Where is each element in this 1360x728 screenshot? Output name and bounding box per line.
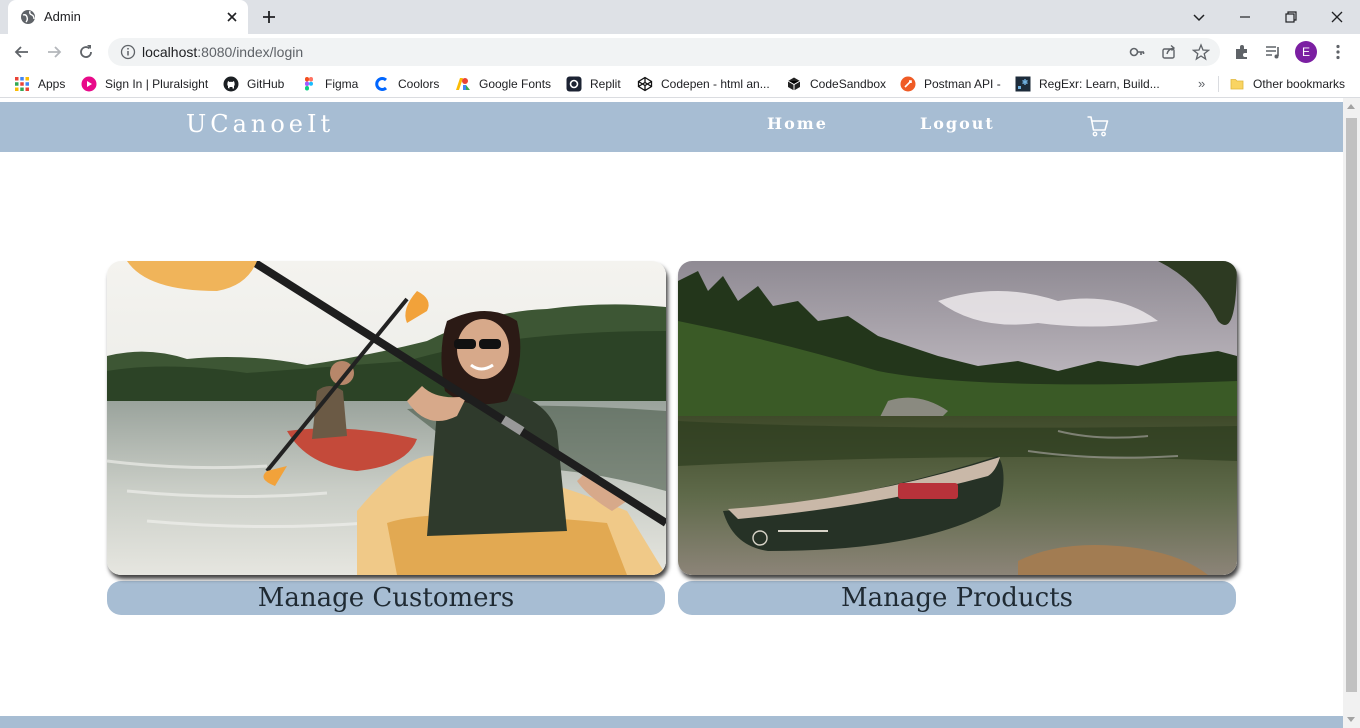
bookmark-codesandbox[interactable]: CodeSandbox (786, 75, 886, 93)
media-playlist-icon[interactable] (1264, 43, 1282, 61)
manage-products-card[interactable]: Manage Products (678, 261, 1237, 615)
url-host: localhost (142, 44, 198, 60)
close-window-icon[interactable] (1327, 7, 1347, 27)
canoe-lake-photo[interactable] (678, 261, 1237, 575)
reload-icon[interactable] (76, 42, 96, 62)
bookmark-codepen[interactable]: Codepen - html an... (637, 75, 770, 93)
forward-arrow-icon[interactable] (44, 42, 64, 62)
extensions-puzzle-icon[interactable] (1233, 43, 1251, 61)
address-bar[interactable]: localhost:8080/index/login (108, 38, 1220, 66)
url-path: :8080/index/login (197, 44, 304, 60)
browser-tabstrip: Admin (0, 0, 1360, 34)
bookmark-star-icon[interactable] (1192, 43, 1210, 61)
bookmark-label: RegExr: Learn, Build... (1039, 77, 1160, 91)
browser-toolbar: localhost:8080/index/login E (0, 34, 1360, 70)
bookmark-label: Coolors (398, 77, 440, 91)
bookmark-regexr[interactable]: RegExr: Learn, Build... (1015, 75, 1160, 93)
page-viewport: UCanoeIt Home Logout Manage Customers Ma… (0, 98, 1343, 728)
restore-icon[interactable] (1281, 7, 1301, 27)
scrollbar-thumb[interactable] (1346, 118, 1357, 692)
bookmark-coolors[interactable]: Coolors (374, 75, 439, 93)
bookmark-github[interactable]: GitHub (223, 75, 284, 93)
folder-icon (1230, 79, 1244, 90)
scroll-up-arrow-icon[interactable] (1347, 104, 1355, 109)
bookmark-label: Codepen - html an... (661, 77, 770, 91)
figma-icon (305, 77, 313, 91)
share-icon[interactable] (1160, 43, 1178, 61)
codesandbox-icon (787, 77, 801, 91)
bookmark-label: Figma (325, 77, 359, 91)
site-info-icon[interactable] (120, 44, 136, 60)
bookmark-label: Apps (38, 77, 66, 91)
site-logo[interactable]: UCanoeIt (186, 110, 334, 138)
minimize-icon[interactable] (1235, 7, 1255, 27)
bookmark-label: Postman API - (924, 77, 1001, 91)
tab-title: Admin (44, 9, 81, 24)
manage-products-button[interactable]: Manage Products (678, 581, 1236, 615)
manage-customers-card[interactable]: Manage Customers (107, 261, 666, 615)
github-icon (223, 76, 239, 92)
cart-icon[interactable] (1086, 114, 1110, 138)
bookmarks-divider (1218, 76, 1219, 92)
replit-icon (566, 76, 582, 92)
coolors-icon (375, 77, 388, 91)
profile-avatar[interactable]: E (1295, 41, 1317, 63)
bookmark-label: Google Fonts (479, 77, 552, 91)
bookmarks-bar: Apps Sign In | Pluralsight GitHub Figma … (0, 70, 1360, 98)
kebab-menu-icon[interactable] (1329, 43, 1347, 61)
close-tab-icon[interactable] (224, 9, 240, 25)
bookmark-label: Replit (590, 77, 621, 91)
new-tab-icon[interactable] (260, 8, 278, 26)
codepen-icon (637, 76, 653, 92)
postman-icon (900, 76, 916, 92)
bookmark-label: GitHub (247, 77, 285, 91)
bookmark-label: Sign In | Pluralsight (105, 77, 209, 91)
bookmark-postman[interactable]: Postman API - (900, 75, 1001, 93)
bookmark-replit[interactable]: Replit (566, 75, 621, 93)
bookmark-apps[interactable]: Apps (14, 75, 65, 93)
bookmark-figma[interactable]: Figma (301, 75, 358, 93)
site-header: UCanoeIt Home Logout (0, 102, 1343, 152)
bookmark-label: CodeSandbox (810, 77, 887, 91)
vertical-scrollbar[interactable] (1343, 98, 1360, 728)
manage-customers-button[interactable]: Manage Customers (107, 581, 665, 615)
back-arrow-icon[interactable] (12, 42, 32, 62)
apps-grid-icon (15, 77, 29, 91)
nav-logout-link[interactable]: Logout (920, 114, 995, 133)
google-fonts-icon (456, 78, 470, 90)
url-text[interactable]: localhost:8080/index/login (142, 44, 303, 60)
site-footer (0, 716, 1343, 728)
key-icon[interactable] (1128, 43, 1146, 61)
bookmark-google-fonts[interactable]: Google Fonts (455, 75, 551, 93)
kayaking-photo[interactable] (107, 261, 666, 575)
regexr-icon (1015, 76, 1031, 92)
bookmark-other-folder[interactable]: Other bookmarks (1229, 75, 1345, 93)
bookmark-label: Other bookmarks (1253, 77, 1346, 91)
browser-tab-admin[interactable]: Admin (8, 0, 248, 34)
more-bookmarks-chevron-icon[interactable]: » (1198, 76, 1205, 91)
tab-search-icon[interactable] (1189, 7, 1209, 27)
globe-icon (21, 10, 35, 24)
bookmark-pluralsight[interactable]: Sign In | Pluralsight (81, 75, 208, 93)
nav-home-link[interactable]: Home (767, 114, 828, 133)
pluralsight-icon (81, 76, 97, 92)
scroll-down-arrow-icon[interactable] (1347, 717, 1355, 722)
